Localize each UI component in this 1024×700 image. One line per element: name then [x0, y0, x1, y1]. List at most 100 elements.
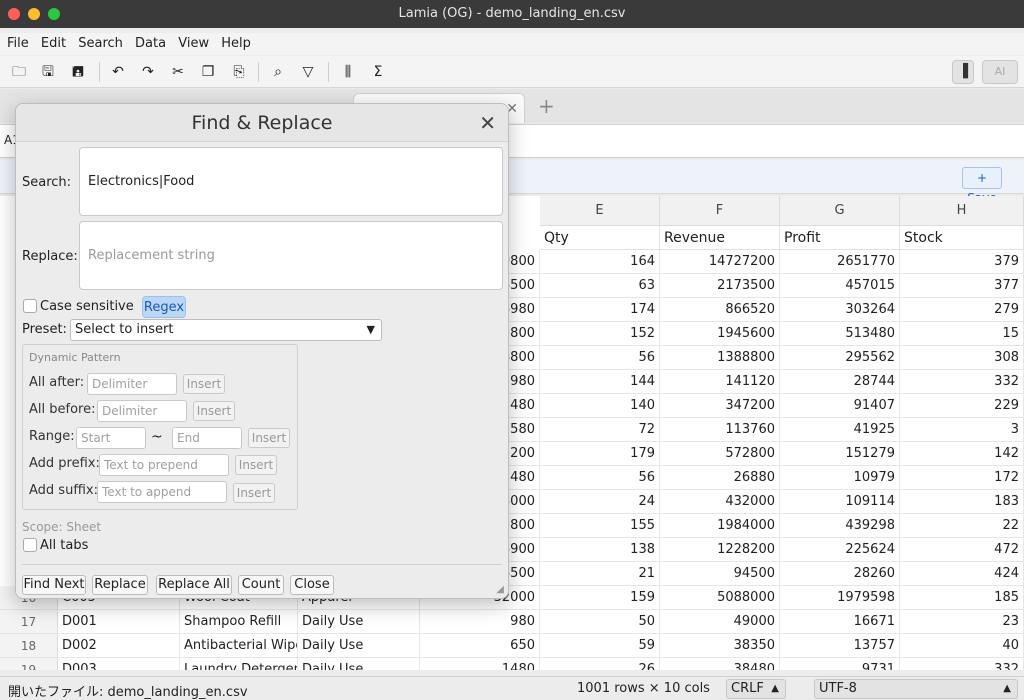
- table-cell[interactable]: 15: [900, 322, 1024, 346]
- row-number[interactable]: 18: [0, 634, 58, 658]
- column-header-e[interactable]: E: [540, 196, 660, 226]
- preset-select[interactable]: Select to insert ▼: [70, 319, 382, 341]
- table-cell[interactable]: 72: [540, 418, 660, 442]
- regex-toggle[interactable]: Regex: [142, 296, 186, 318]
- table-cell[interactable]: 41925: [780, 418, 900, 442]
- table-cell[interactable]: 49000: [660, 610, 780, 634]
- table-cell[interactable]: 866520: [660, 298, 780, 322]
- table-cell[interactable]: 50: [540, 610, 660, 634]
- table-cell[interactable]: 295562: [780, 346, 900, 370]
- table-cell[interactable]: 980: [420, 610, 540, 634]
- table-cell[interactable]: 185: [900, 586, 1024, 610]
- save-button[interactable]: + Save: [962, 167, 1002, 205]
- table-cell[interactable]: 151279: [780, 442, 900, 466]
- table-cell[interactable]: 347200: [660, 394, 780, 418]
- ai-button[interactable]: AI: [982, 60, 1018, 84]
- menu-view[interactable]: View: [174, 33, 213, 55]
- paste-icon[interactable]: ⎘: [229, 62, 249, 82]
- table-cell[interactable]: 164: [540, 250, 660, 274]
- table-cell[interactable]: 3: [900, 418, 1024, 442]
- menu-help[interactable]: Help: [217, 33, 255, 55]
- table-cell[interactable]: 457015: [780, 274, 900, 298]
- all-before-input[interactable]: Delimiter: [97, 400, 187, 422]
- table-cell[interactable]: 279: [900, 298, 1024, 322]
- table-cell[interactable]: D001: [58, 610, 180, 634]
- table-cell[interactable]: 142: [900, 442, 1024, 466]
- table-cell[interactable]: 155: [540, 514, 660, 538]
- replace-all-button[interactable]: Replace All: [156, 575, 232, 595]
- column-header-h[interactable]: H: [900, 196, 1024, 226]
- table-cell[interactable]: 183: [900, 490, 1024, 514]
- table-cell[interactable]: 572800: [660, 442, 780, 466]
- table-cell[interactable]: 26: [540, 658, 660, 670]
- table-cell[interactable]: 225624: [780, 538, 900, 562]
- prefix-input[interactable]: Text to prepend: [99, 454, 229, 476]
- menu-edit[interactable]: Edit: [37, 33, 70, 55]
- all-before-insert-button[interactable]: Insert: [193, 401, 235, 421]
- table-cell[interactable]: 22: [900, 514, 1024, 538]
- all-tabs-checkbox[interactable]: [23, 538, 37, 552]
- table-cell[interactable]: 94500: [660, 562, 780, 586]
- table-cell[interactable]: 113760: [660, 418, 780, 442]
- open-folder-icon[interactable]: 🗀: [9, 62, 29, 82]
- table-cell[interactable]: 332: [900, 658, 1024, 670]
- close-button[interactable]: Close: [290, 575, 334, 595]
- header-cell-revenue[interactable]: Revenue: [660, 226, 780, 250]
- undo-icon[interactable]: ↶: [108, 62, 128, 82]
- header-cell-qty[interactable]: Qty: [540, 226, 660, 250]
- table-cell[interactable]: 1480: [420, 658, 540, 670]
- table-cell[interactable]: 16671: [780, 610, 900, 634]
- table-cell[interactable]: 138: [540, 538, 660, 562]
- copy-icon[interactable]: ❐: [198, 62, 218, 82]
- table-cell[interactable]: 513480: [780, 322, 900, 346]
- table-cell[interactable]: 377: [900, 274, 1024, 298]
- table-cell[interactable]: 23: [900, 610, 1024, 634]
- redo-icon[interactable]: ↷: [138, 62, 158, 82]
- count-button[interactable]: Count: [238, 575, 284, 595]
- table-cell[interactable]: 140: [540, 394, 660, 418]
- save-icon[interactable]: 🖫: [38, 62, 58, 82]
- table-cell[interactable]: 159: [540, 586, 660, 610]
- window-maximize-button[interactable]: [48, 8, 60, 20]
- cut-icon[interactable]: ✂: [168, 62, 188, 82]
- table-cell[interactable]: 308: [900, 346, 1024, 370]
- table-cell[interactable]: 9731: [780, 658, 900, 670]
- header-cell-profit[interactable]: Profit: [780, 226, 900, 250]
- window-close-button[interactable]: [8, 8, 20, 20]
- table-cell[interactable]: 10979: [780, 466, 900, 490]
- table-cell[interactable]: 141120: [660, 370, 780, 394]
- header-cell-stock[interactable]: Stock: [900, 226, 1024, 250]
- table-cell[interactable]: 59: [540, 634, 660, 658]
- table-cell[interactable]: 28744: [780, 370, 900, 394]
- range-start-input[interactable]: Start: [76, 427, 146, 449]
- table-cell[interactable]: 174: [540, 298, 660, 322]
- table-cell[interactable]: 152: [540, 322, 660, 346]
- all-after-input[interactable]: Delimiter: [87, 373, 177, 395]
- table-cell[interactable]: 1388800: [660, 346, 780, 370]
- replace-button[interactable]: Replace: [92, 575, 148, 595]
- table-cell[interactable]: 179: [540, 442, 660, 466]
- table-cell[interactable]: 439298: [780, 514, 900, 538]
- table-cell[interactable]: 63: [540, 274, 660, 298]
- line-ending-select[interactable]: CRLF ▲: [726, 679, 786, 699]
- table-cell[interactable]: Daily Use: [298, 658, 420, 670]
- table-cell[interactable]: Laundry Detergent: [180, 658, 298, 670]
- table-cell[interactable]: 144: [540, 370, 660, 394]
- resize-grip-icon[interactable]: ◢: [496, 584, 504, 595]
- row-number[interactable]: 17: [0, 610, 58, 634]
- table-cell[interactable]: 91407: [780, 394, 900, 418]
- row-number[interactable]: 19: [0, 658, 58, 670]
- table-cell[interactable]: 21: [540, 562, 660, 586]
- menu-search[interactable]: Search: [74, 33, 127, 55]
- sigma-icon[interactable]: Σ: [368, 62, 388, 82]
- search-icon[interactable]: ⌕: [268, 62, 288, 82]
- table-cell[interactable]: 1984000: [660, 514, 780, 538]
- table-cell[interactable]: 172: [900, 466, 1024, 490]
- table-cell[interactable]: 650: [420, 634, 540, 658]
- search-input[interactable]: Electronics|Food: [79, 147, 503, 216]
- table-cell[interactable]: 56: [540, 466, 660, 490]
- table-cell[interactable]: 2173500: [660, 274, 780, 298]
- table-cell[interactable]: Shampoo Refill: [180, 610, 298, 634]
- filter-icon[interactable]: ▽: [298, 62, 318, 82]
- suffix-insert-button[interactable]: Insert: [233, 483, 275, 503]
